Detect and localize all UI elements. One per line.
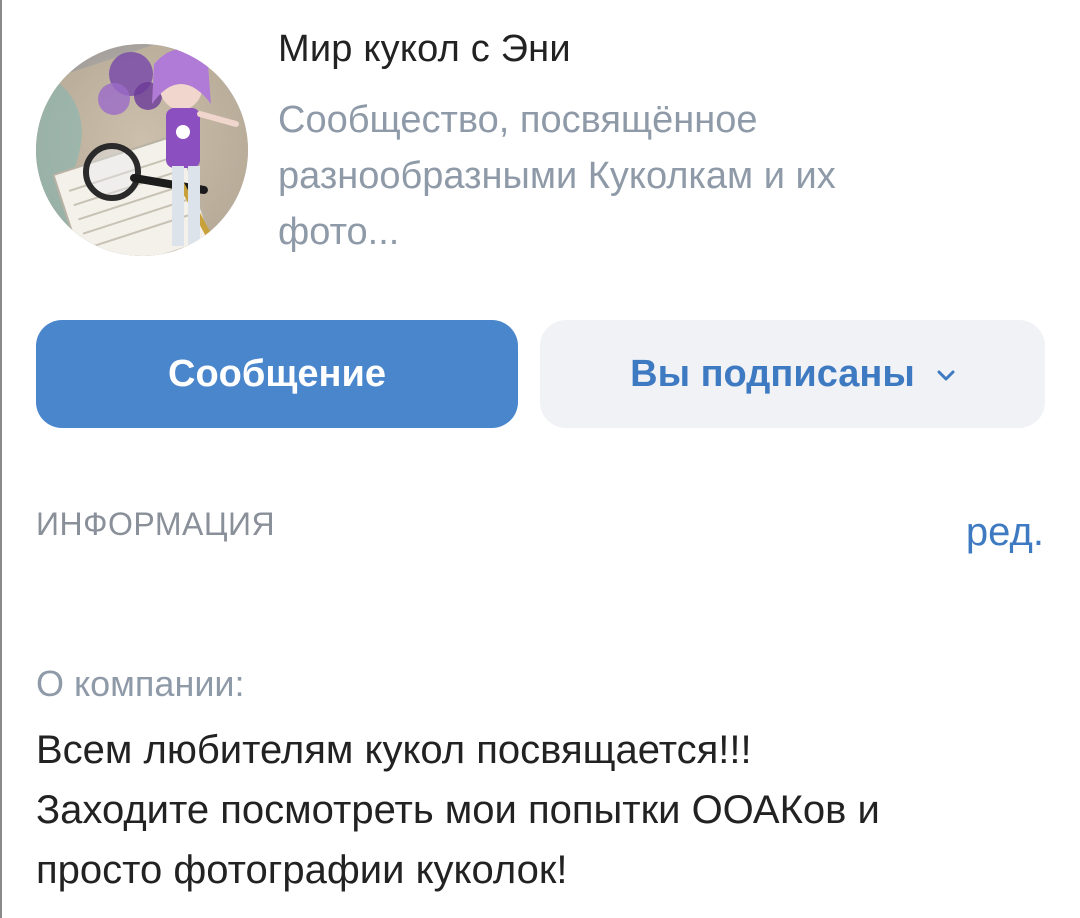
community-header: Мир кукол с Эни Сообщество, посвящённое … xyxy=(36,28,1046,268)
message-button-label: Сообщение xyxy=(168,352,386,395)
subscribed-button-label: Вы подписаны xyxy=(630,352,915,395)
description-line: фото... xyxy=(278,211,400,253)
window-edge xyxy=(0,0,2,918)
about-text: Всем любителям кукол посвящается!!! Захо… xyxy=(36,720,1036,900)
avatar-photo-icon xyxy=(36,44,248,256)
about-label: О компании: xyxy=(36,663,245,704)
edit-link[interactable]: ред. xyxy=(966,510,1044,555)
chevron-down-icon xyxy=(937,370,955,382)
about-line: Заходите посмотреть мои попытки ООАКов и xyxy=(36,788,880,832)
community-avatar[interactable] xyxy=(36,44,248,256)
about-line: Всем любителям кукол посвящается!!! xyxy=(36,728,752,772)
description-line: Сообщество, посвящённое xyxy=(278,99,758,141)
description-line: разнообразными Куколкам и их xyxy=(278,155,836,197)
subscribed-button[interactable]: Вы подписаны xyxy=(540,320,1045,428)
community-name: Мир кукол с Эни xyxy=(278,28,571,70)
info-section-title: ИНФОРМАЦИЯ xyxy=(36,506,276,542)
community-description: Сообщество, посвящённое разнообразными К… xyxy=(278,92,918,260)
message-button[interactable]: Сообщение xyxy=(36,320,518,428)
about-line: просто фотографии куколок! xyxy=(36,848,568,892)
